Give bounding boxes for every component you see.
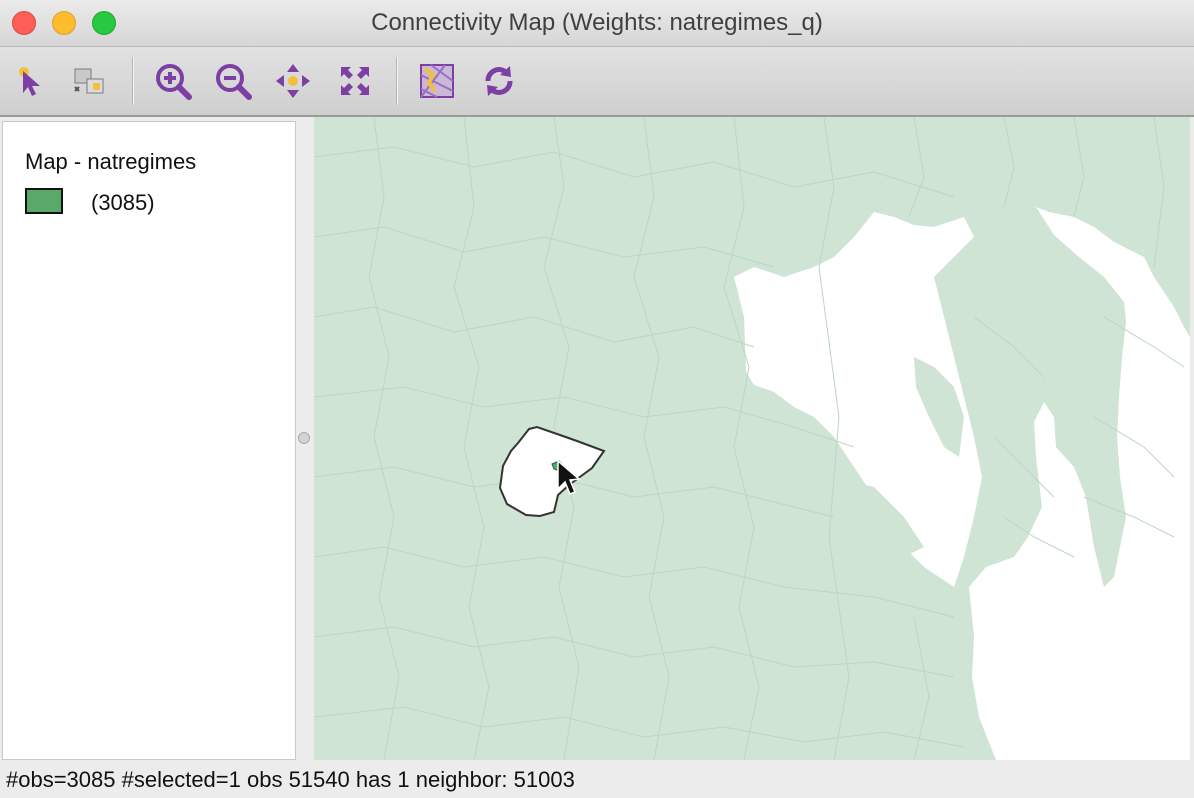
zoom-in-icon <box>156 64 192 100</box>
legend-title: Map - natregimes <box>25 149 197 174</box>
map-canvas[interactable] <box>314 117 1190 760</box>
panel-splitter-handle[interactable] <box>298 432 310 444</box>
select-tool-icon <box>19 67 40 96</box>
toolbar-separator <box>132 57 134 105</box>
title-bar: Connectivity Map (Weights: natregimes_q) <box>0 0 1194 47</box>
selection-mode-button[interactable] <box>68 61 110 101</box>
window-title: Connectivity Map (Weights: natregimes_q) <box>371 9 823 36</box>
fit-extent-icon <box>341 67 369 95</box>
legend-category-count: (3085) <box>91 190 155 215</box>
zoom-out-button[interactable] <box>212 61 254 101</box>
zoom-in-button[interactable] <box>152 61 194 101</box>
legend-panel: Map - natregimes (3085) <box>2 121 296 760</box>
selection-mode-icon <box>74 68 104 94</box>
basemap-button[interactable] <box>416 61 458 101</box>
toolbar <box>0 47 1194 117</box>
pan-button[interactable] <box>272 61 314 101</box>
refresh-button[interactable] <box>478 61 520 101</box>
pan-icon <box>276 64 310 98</box>
zoom-out-icon <box>216 64 252 100</box>
refresh-icon <box>485 66 513 96</box>
basemap-icon <box>420 64 454 98</box>
map-svg <box>314 117 1190 760</box>
legend-swatch[interactable] <box>25 188 63 214</box>
status-bar: #obs=3085 #selected=1 obs 51540 has 1 ne… <box>6 767 575 792</box>
fit-extent-button[interactable] <box>334 61 376 101</box>
toolbar-separator <box>396 57 398 105</box>
select-tool-button[interactable] <box>10 61 52 101</box>
